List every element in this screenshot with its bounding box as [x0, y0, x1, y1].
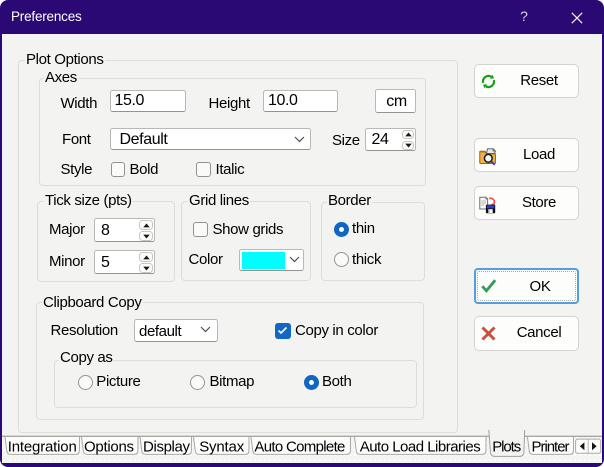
svg-text:Auto Load Libraries: Auto Load Libraries: [360, 439, 481, 456]
svg-text:Plots: Plots: [492, 439, 521, 456]
svg-text:Integration: Integration: [8, 439, 77, 456]
svg-text:Auto Complete: Auto Complete: [254, 439, 345, 456]
svg-text:Syntax: Syntax: [199, 439, 245, 456]
svg-text:Display: Display: [143, 439, 191, 456]
svg-text:Printer: Printer: [532, 439, 570, 456]
svg-text:Options: Options: [84, 439, 134, 456]
